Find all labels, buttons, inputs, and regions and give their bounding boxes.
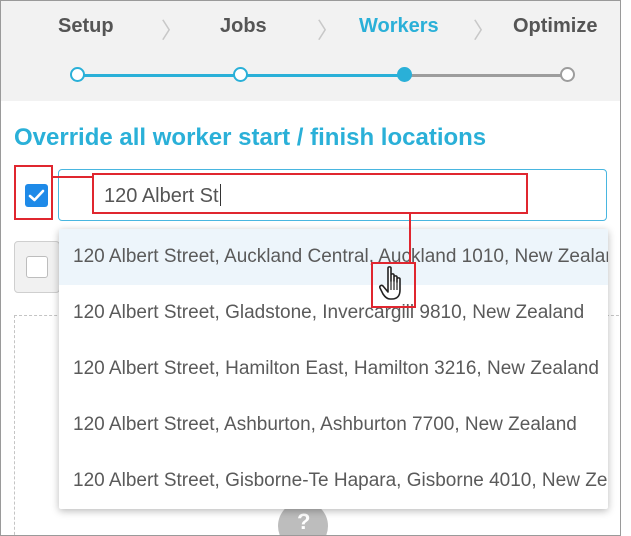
- suggestion-option[interactable]: 120 Albert Street, Gisborne-Te Hapara, G…: [59, 453, 608, 509]
- suggestion-option[interactable]: 120 Albert Street, Hamilton East, Hamilt…: [59, 341, 608, 397]
- annotation-connector: [409, 214, 411, 262]
- app-frame: Setup 〉 Jobs 〉 Workers 〉 Optimize Overri…: [0, 0, 621, 536]
- checkbox-annotation-box: [14, 165, 53, 220]
- progress-track-pending: [404, 74, 567, 77]
- step-dot-workers: [397, 67, 412, 82]
- suggestion-option[interactable]: 120 Albert Street, Auckland Central, Auc…: [59, 229, 608, 285]
- step-dot-setup: [70, 67, 85, 82]
- step-separator: 〉: [161, 19, 184, 44]
- step-separator: 〉: [317, 19, 340, 44]
- section-heading: Override all worker start / finish locat…: [14, 124, 487, 151]
- step-dot-optimize: [560, 67, 575, 82]
- step-dot-jobs: [233, 67, 248, 82]
- step-optimize[interactable]: Optimize: [513, 15, 597, 38]
- step-separator: 〉: [473, 19, 496, 44]
- suggestion-option[interactable]: 120 Albert Street, Ashburton, Ashburton …: [59, 397, 608, 453]
- step-jobs[interactable]: Jobs: [220, 15, 267, 38]
- step-workers[interactable]: Workers: [359, 15, 439, 38]
- secondary-checkbox-box[interactable]: [26, 256, 48, 278]
- input-annotation-box: [92, 173, 528, 214]
- address-suggestions-dropdown: 120 Albert Street, Auckland Central, Auc…: [59, 229, 608, 509]
- suggestion-option[interactable]: 120 Albert Street, Gladstone, Invercargi…: [59, 285, 608, 341]
- secondary-checkbox[interactable]: [14, 241, 60, 293]
- annotation-connector: [53, 176, 92, 178]
- hand-pointer-icon: [379, 266, 401, 300]
- wizard-steps: Setup 〉 Jobs 〉 Workers 〉 Optimize: [1, 1, 620, 101]
- step-setup[interactable]: Setup: [58, 15, 114, 38]
